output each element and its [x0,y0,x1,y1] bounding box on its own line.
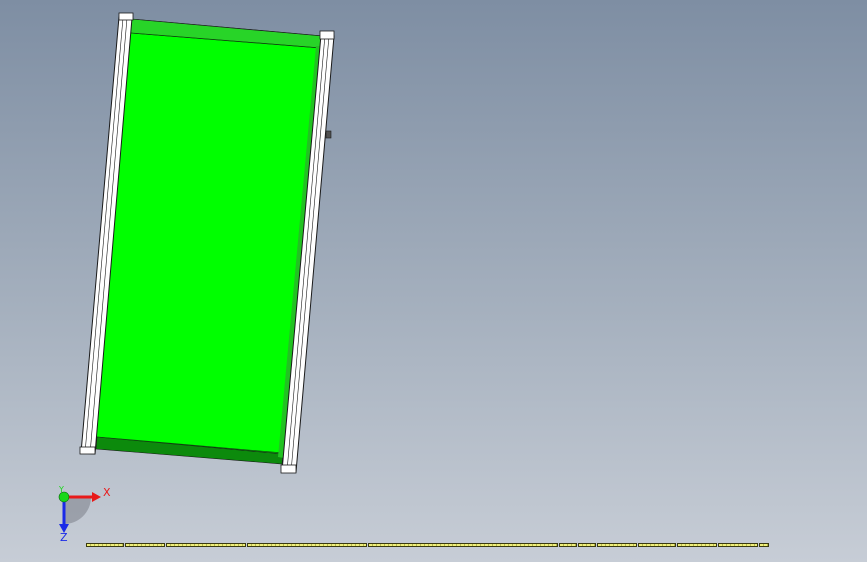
y-axis-label: Y [58,485,64,494]
triad-background [64,497,91,524]
scale-segment [759,543,769,547]
scale-segment [677,543,717,547]
scale-segment [368,543,558,547]
z-axis-label: Z [60,531,68,544]
drive-stub[interactable] [325,130,332,139]
scale-segment [718,543,758,547]
conveyor-model[interactable] [79,12,335,474]
model-scene[interactable]: X Z Y [0,0,867,562]
graphics-viewport[interactable]: X Z Y [0,0,867,562]
scale-segment [247,543,367,547]
reference-triad[interactable]: X Z Y [58,485,111,544]
scale-segment [86,543,124,547]
x-axis-label: X [103,486,111,499]
scale-segment [597,543,637,547]
scale-segment [559,543,577,547]
x-axis-arrow [92,492,101,502]
scale-bar [86,543,788,549]
scale-segment [578,543,596,547]
scale-segment [125,543,165,547]
scale-segment [638,543,676,547]
scale-segment [166,543,246,547]
